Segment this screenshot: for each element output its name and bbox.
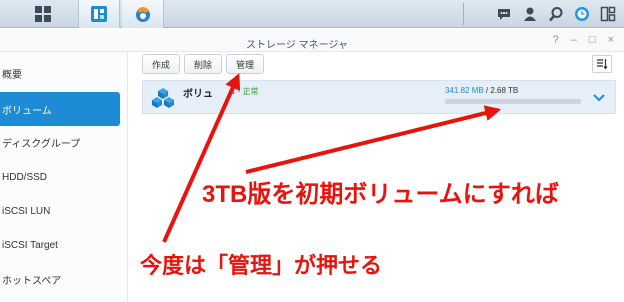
window-controls: ? – □ × <box>553 34 614 46</box>
taskbar <box>0 0 624 28</box>
search-icon[interactable] <box>548 6 564 22</box>
chevron-down-icon[interactable] <box>593 91 605 105</box>
sidebar: 概要 ボリューム ディスクグループ HDD/SSD iSCSI LUN iSCS… <box>0 52 128 302</box>
volume-usage-bar <box>445 99 581 104</box>
main-menu-button[interactable] <box>22 0 64 28</box>
volume-total: 2.68 TB <box>490 86 519 95</box>
sidebar-item-label: ボリューム <box>2 105 52 117</box>
volume-name: ボリュ <box>183 89 213 100</box>
sidebar-item-label: 概要 <box>2 69 22 81</box>
storage-manager-icon <box>91 6 107 22</box>
annotation-text-1: 3TB版を初期ボリュームにすれば <box>202 181 559 208</box>
volume-status: 1 - 正常 <box>231 87 259 96</box>
sidebar-item-volume[interactable]: ボリューム <box>0 92 120 126</box>
storage-manager-taskbar-button[interactable] <box>78 0 120 28</box>
sidebar-item-label: iSCSI Target <box>2 239 58 251</box>
window-title: ストレージ マネージャ <box>246 40 348 51</box>
sidebar-item-hot-spare[interactable]: ホットスペア <box>0 262 120 296</box>
user-icon[interactable] <box>522 6 538 22</box>
sidebar-item-label: HDD/SSD <box>2 171 48 183</box>
maximize-button[interactable]: □ <box>589 34 596 46</box>
volume-usage-text: 341.82 MB / 2.68 TB <box>445 86 518 95</box>
volume-list-item[interactable]: ボリュ 1 - 正常 341.82 MB / 2.68 TB <box>142 80 616 114</box>
close-button[interactable]: × <box>608 34 614 46</box>
sidebar-item-hdd-ssd[interactable]: HDD/SSD <box>0 160 120 194</box>
sort-icon <box>597 59 608 70</box>
sidebar-item-label: ディスクグループ <box>2 138 81 150</box>
help-button[interactable]: ? <box>553 34 559 46</box>
volume-cube-icon <box>152 88 174 108</box>
sort-button[interactable] <box>592 55 612 73</box>
app-icon <box>135 7 150 22</box>
clock-icon[interactable] <box>574 6 590 22</box>
toolbar: 作成 削除 管理 <box>142 54 265 74</box>
annotation-text-2: 今度は「管理」が押せる <box>140 253 383 278</box>
sidebar-item-label: iSCSI LUN <box>2 205 51 217</box>
annotation-arrow-to-volume <box>245 105 502 174</box>
sidebar-item-overview[interactable]: 概要 <box>0 56 120 90</box>
app-taskbar-button[interactable] <box>122 0 164 28</box>
sidebar-item-disk-group[interactable]: ディスクグループ <box>0 125 120 159</box>
window-title-bar: ストレージ マネージャ ? – □ × <box>0 30 624 52</box>
delete-button[interactable]: 削除 <box>184 54 223 74</box>
grid-icon <box>35 6 51 22</box>
manage-button[interactable]: 管理 <box>226 54 265 74</box>
taskbar-separator <box>463 3 464 25</box>
sidebar-item-label: ホットスペア <box>2 275 62 287</box>
sidebar-item-iscsi-lun[interactable]: iSCSI LUN <box>0 194 120 228</box>
sidebar-item-iscsi-target[interactable]: iSCSI Target <box>0 228 120 262</box>
create-button[interactable]: 作成 <box>142 54 181 74</box>
chat-icon[interactable] <box>496 6 512 22</box>
widgets-icon[interactable] <box>600 6 616 22</box>
minimize-button[interactable]: – <box>571 34 577 46</box>
taskbar-tray <box>496 0 616 28</box>
volume-used: 341.82 MB <box>445 86 484 95</box>
